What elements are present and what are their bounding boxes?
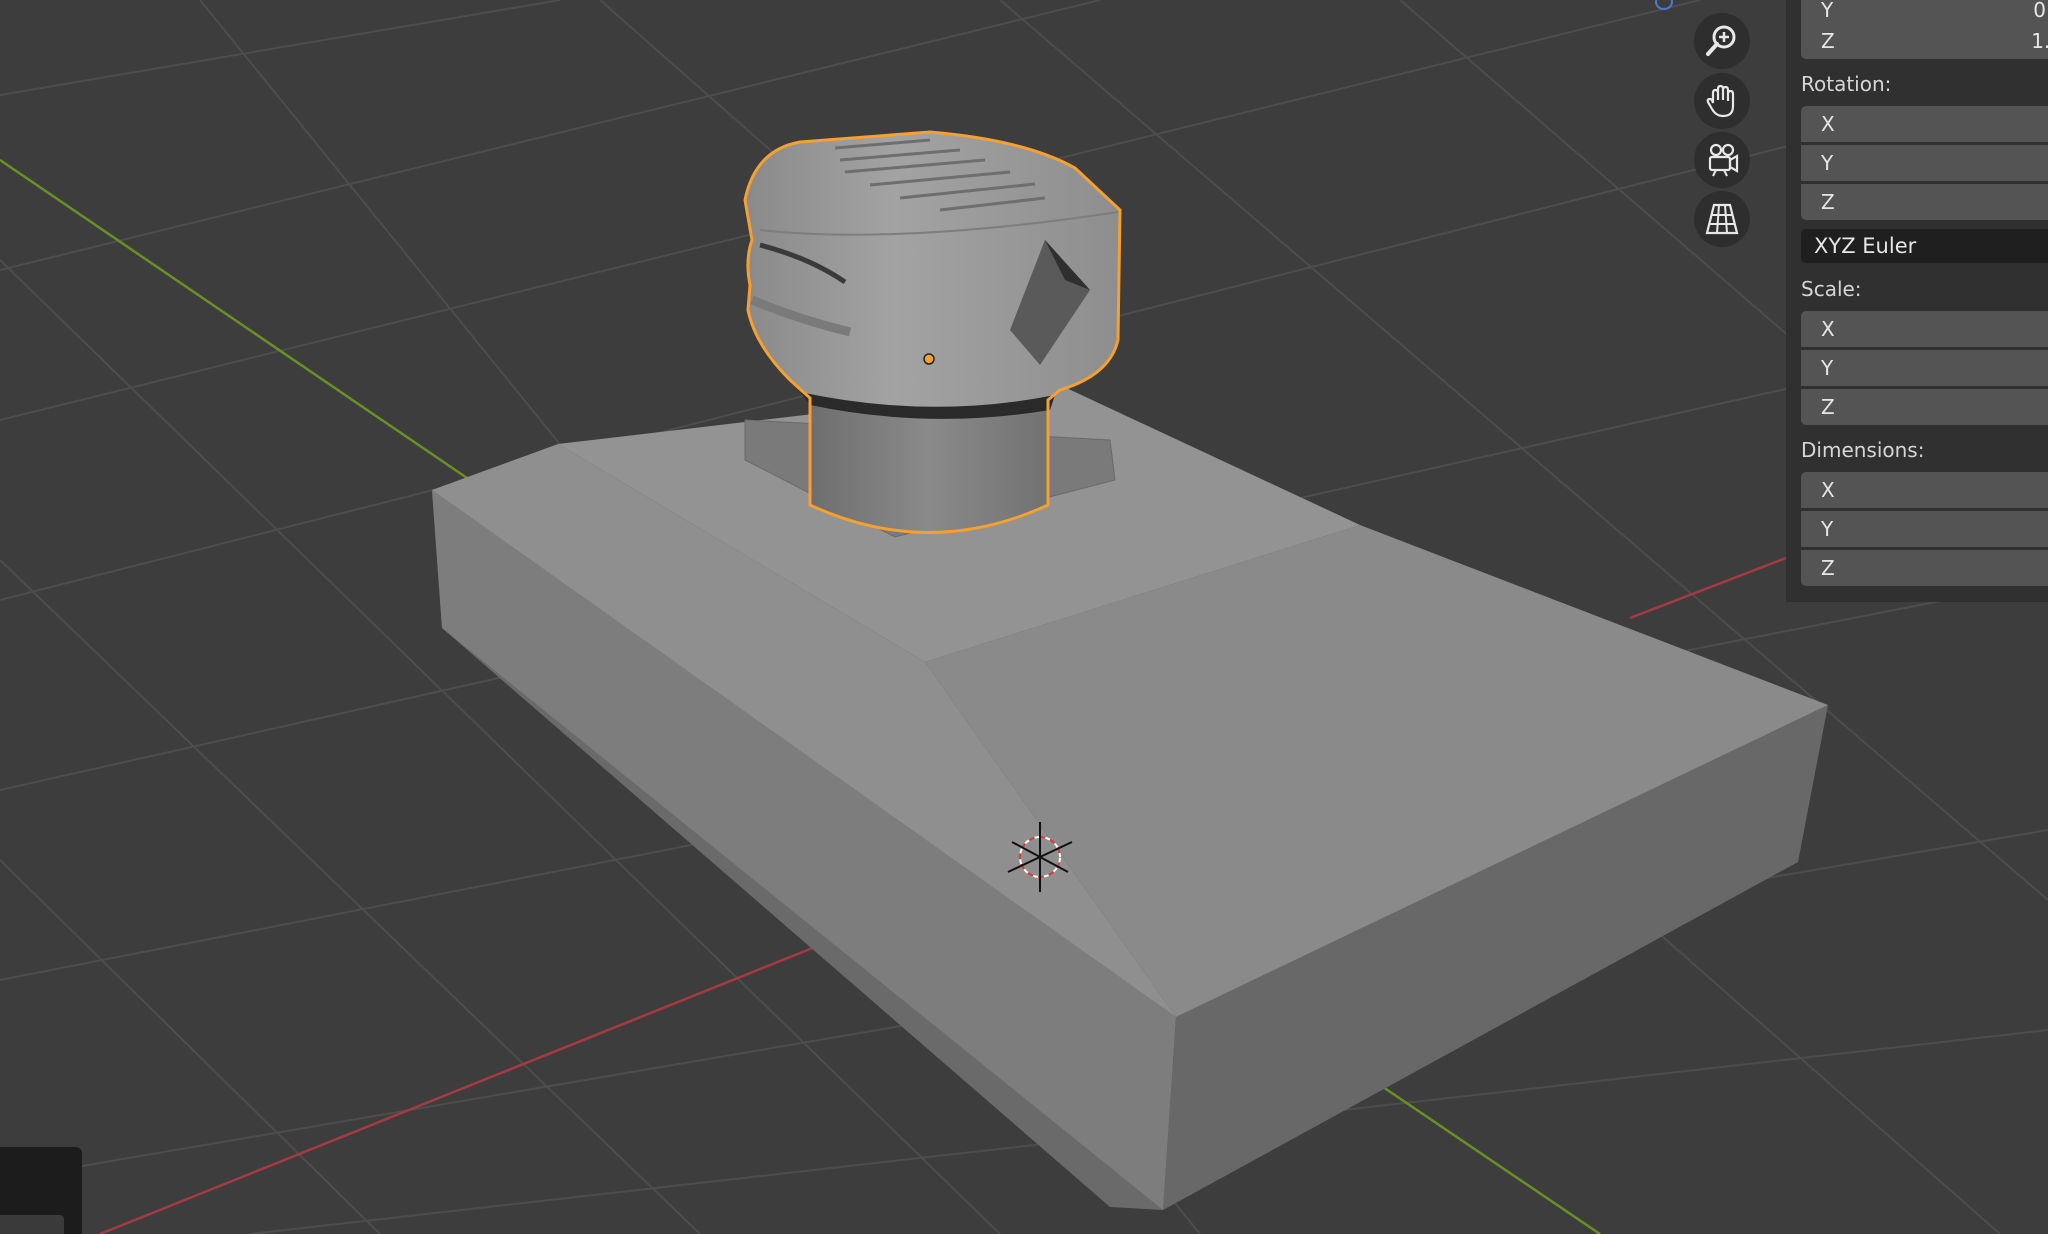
- rotation-x-label: X: [1821, 112, 1835, 136]
- hand-pan-icon: [1706, 84, 1735, 118]
- x-axis-line: [99, 943, 821, 1234]
- grid-perspective-icon: [1705, 203, 1739, 235]
- rotation-x-field[interactable]: X: [1801, 106, 2048, 142]
- rotation-z-field[interactable]: Z: [1801, 184, 2048, 220]
- last-operation-panel[interactable]: [0, 1147, 82, 1234]
- dimensions-heading: Dimensions:: [1801, 438, 1925, 462]
- scale-z-label: Z: [1821, 395, 1835, 419]
- base-mesh: [432, 385, 1828, 1210]
- dimensions-z-label: Z: [1821, 556, 1835, 580]
- location-z-value: 1.4: [2031, 29, 2048, 53]
- y-axis-line: [0, 158, 471, 482]
- camera-view-icon: [1708, 143, 1739, 177]
- camera-view-button[interactable]: [1694, 132, 1750, 188]
- location-z-label: Z: [1821, 29, 1835, 53]
- transform-sidebar-panel: Y 0.8 Z 1.4 Rotation: X Y Z XYZ Euler Sc…: [1786, 0, 2048, 602]
- rotation-y-label: Y: [1821, 151, 1834, 175]
- rotation-y-field[interactable]: Y: [1801, 145, 2048, 181]
- location-z-field[interactable]: Z 1.4: [1801, 23, 2048, 59]
- last-operation-collapse-tab[interactable]: [0, 1215, 64, 1234]
- rotation-mode-value: XYZ Euler: [1814, 234, 1917, 258]
- rotation-z-label: Z: [1821, 190, 1835, 214]
- scale-heading: Scale:: [1801, 277, 1862, 301]
- dimensions-z-field[interactable]: Z: [1801, 550, 2048, 586]
- zoom-button[interactable]: [1694, 13, 1750, 69]
- scale-z-field[interactable]: Z: [1801, 389, 2048, 425]
- scale-y-field[interactable]: Y: [1801, 350, 2048, 386]
- 3d-viewport[interactable]: [0, 0, 2048, 1234]
- scale-y-label: Y: [1821, 356, 1834, 380]
- location-y-value: 0.8: [2033, 0, 2048, 22]
- dimensions-y-label: Y: [1821, 517, 1834, 541]
- dimensions-x-field[interactable]: X: [1801, 472, 2048, 508]
- scale-x-label: X: [1821, 317, 1835, 341]
- perspective-toggle-button[interactable]: [1694, 191, 1750, 247]
- rotation-mode-dropdown[interactable]: XYZ Euler: [1801, 229, 2048, 263]
- y-axis-line-lower: [1379, 1083, 1601, 1234]
- zoom-icon: [1706, 25, 1736, 56]
- scene-canvas[interactable]: [0, 0, 2048, 1234]
- scale-x-field[interactable]: X: [1801, 311, 2048, 347]
- dimensions-x-label: X: [1821, 478, 1835, 502]
- object-origin: [923, 353, 935, 365]
- location-y-label: Y: [1821, 0, 1834, 22]
- dimensions-y-field[interactable]: Y: [1801, 511, 2048, 547]
- rotation-heading: Rotation:: [1801, 72, 1892, 96]
- pan-button[interactable]: [1694, 73, 1750, 129]
